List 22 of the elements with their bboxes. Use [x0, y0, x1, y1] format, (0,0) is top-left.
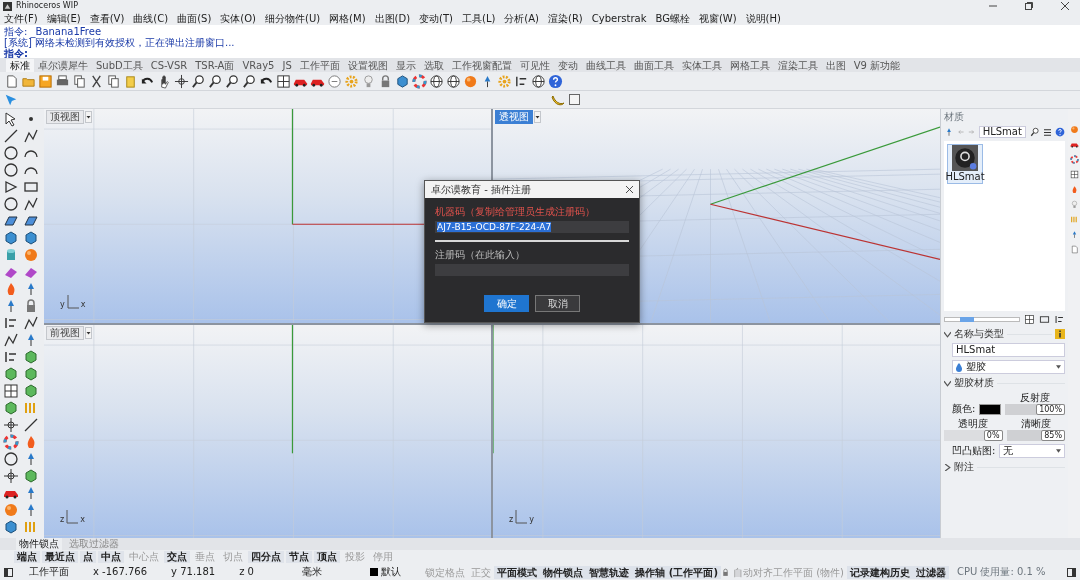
axis-label: z: [60, 516, 65, 524]
slider-label: 透明度: [957, 418, 990, 430]
coordinate: y 71.181: [171, 566, 216, 578]
window-title: Rhinoceros WIP: [16, 1, 79, 11]
axis-label: x: [80, 300, 86, 309]
slider-label: 清晰度: [1019, 418, 1052, 430]
slider-label: 反射度: [1019, 392, 1052, 404]
command-history-line: 指令: _Banana1Free: [4, 26, 103, 37]
color-label: 颜色:: [952, 403, 976, 415]
axis-label: y: [60, 300, 65, 309]
coordinate: x -167.766: [93, 566, 148, 578]
bump-label: 凹凸贴图:: [952, 445, 996, 457]
panel-title: 材质: [944, 111, 965, 123]
axis-label: z: [509, 516, 514, 524]
slider-reading: 100%: [1036, 404, 1065, 415]
coordinate: z 0: [239, 566, 254, 578]
slider-reading: 85%: [1041, 430, 1065, 441]
slider-reading: 0%: [983, 430, 1003, 441]
cpu-usage: CPU 使用量: 0.1 %: [956, 566, 1046, 578]
axis-label: x: [80, 516, 85, 524]
command-history-line: [系统] 网络未检测到有效授权，正在弹出注册窗口...: [4, 37, 236, 48]
axis-label: y: [529, 516, 534, 524]
